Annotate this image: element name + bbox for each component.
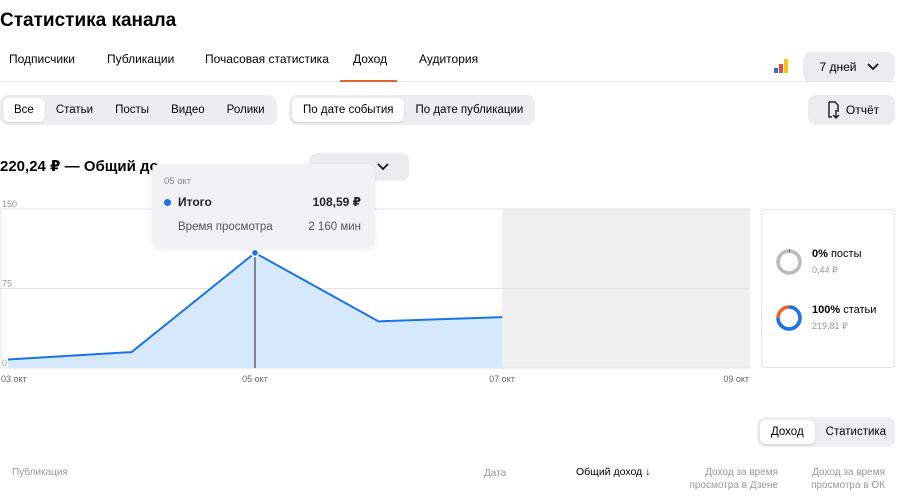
- x-tick-label: 05 окт: [242, 374, 268, 384]
- toggle-statistics[interactable]: Статистика: [815, 420, 897, 444]
- filter-clips[interactable]: Ролики: [216, 98, 276, 122]
- highlight-point: [250, 248, 260, 258]
- series-dot-icon: [164, 199, 171, 206]
- filter-articles[interactable]: Статьи: [45, 98, 104, 122]
- income-chart[interactable]: 150 75 0 03 окт 05 окт 07 окт 09 окт: [0, 198, 760, 388]
- articles-amount: 219,81 ₽: [812, 321, 848, 331]
- tab-publications[interactable]: Публикации: [107, 52, 174, 66]
- report-button[interactable]: Отчёт: [808, 95, 895, 125]
- tooltip-total-label: Итого: [178, 195, 212, 209]
- tooltip-total-value: 108,59 ₽: [312, 195, 361, 209]
- filter-posts[interactable]: Посты: [104, 98, 160, 122]
- chevron-down-icon: [377, 163, 389, 171]
- tab-audience[interactable]: Аудитория: [419, 52, 478, 66]
- tooltip-watchtime-value: 2 160 мин: [308, 221, 361, 233]
- chart-tooltip: 05 окт Итого 108,59 ₽ Время просмотра 2 …: [152, 164, 375, 248]
- chevron-down-icon: [866, 63, 879, 71]
- period-label: 7 дней: [819, 60, 857, 74]
- tab-income[interactable]: Доход: [339, 52, 398, 82]
- posts-share: 0% посты: [812, 248, 862, 260]
- filter-all[interactable]: Все: [3, 98, 45, 122]
- tab-hourly-stats[interactable]: Почасовая статистика: [205, 52, 329, 66]
- filter-videos[interactable]: Видео: [160, 98, 216, 122]
- x-tick-label: 03 окт: [1, 374, 27, 384]
- tooltip-watchtime-label: Время просмотра: [178, 221, 273, 233]
- y-tick-label: 150: [2, 199, 17, 209]
- col-ok-income[interactable]: Доход за время просмотра в ОК: [790, 466, 885, 492]
- toggle-income[interactable]: Доход: [760, 420, 815, 444]
- table-mode-toggle: Доход Статистика: [757, 417, 895, 447]
- total-income-heading: 220,24 ₽ — Общий до: [0, 158, 159, 175]
- articles-ring-icon: [776, 305, 802, 331]
- content-type-filter: Все Статьи Посты Видео Ролики: [0, 95, 277, 125]
- col-total-label: Общий доход: [576, 466, 643, 478]
- posts-amount: 0,44 ₽: [812, 265, 838, 275]
- report-label: Отчёт: [845, 103, 880, 117]
- bar-chart-icon[interactable]: [774, 59, 790, 73]
- tooltip-date: 05 окт: [164, 176, 192, 187]
- col-date[interactable]: Дата: [484, 467, 506, 480]
- posts-ring-icon: [776, 249, 802, 275]
- x-tick-label: 09 окт: [723, 374, 749, 384]
- page-title: Статистика канала: [0, 10, 177, 31]
- period-dropdown[interactable]: 7 дней: [803, 52, 895, 82]
- articles-share: 100% статьи: [812, 304, 877, 316]
- tab-bar: Подписчики Публикации Почасовая статисти…: [0, 44, 895, 82]
- col-dzen-income[interactable]: Доход за время просмотра в Дзене: [682, 466, 778, 492]
- filter-by-publish-date[interactable]: По дате публикации: [404, 98, 534, 122]
- y-tick-label: 75: [2, 279, 12, 289]
- document-download-icon: [828, 101, 840, 119]
- date-mode-filter: По дате события По дате публикации: [289, 95, 535, 125]
- sort-arrow-icon: ↓: [645, 466, 651, 478]
- col-publication[interactable]: Публикация: [12, 466, 68, 479]
- filter-by-event-date[interactable]: По дате события: [292, 98, 405, 122]
- col-total-income[interactable]: Общий доход ↓: [576, 466, 650, 479]
- tab-subscribers[interactable]: Подписчики: [9, 52, 75, 66]
- y-tick-label: 0: [2, 358, 7, 368]
- x-tick-label: 07 окт: [489, 374, 515, 384]
- income-breakdown-card: 0% посты 0,44 ₽ 100% статьи 219,81 ₽: [761, 209, 895, 368]
